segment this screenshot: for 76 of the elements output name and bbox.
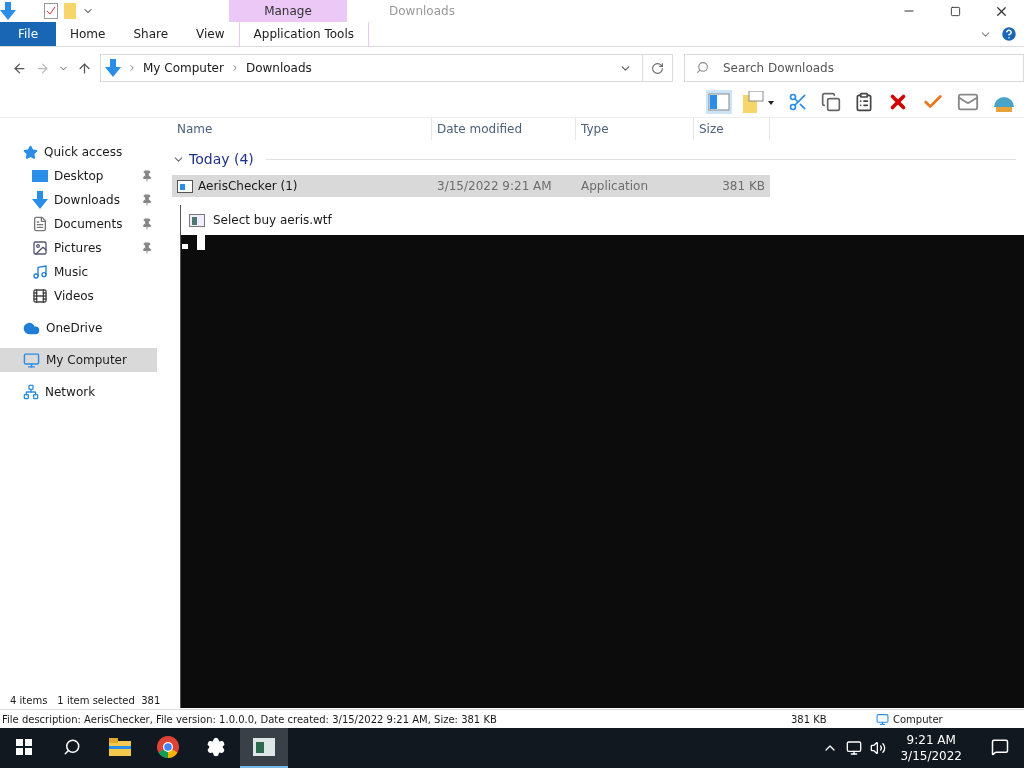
chevron-icon[interactable] [127,63,137,73]
group-header[interactable]: Today (4) [189,151,254,167]
address-bar[interactable]: My Computer Downloads [100,54,644,82]
properties-icon [743,91,775,113]
sidebar-item[interactable]: Music [0,260,157,284]
volume-icon[interactable] [870,740,887,756]
monitor-icon [876,712,889,726]
forward-arrow-icon [35,60,50,76]
windows-logo-icon [16,739,32,755]
search-icon [696,61,709,74]
network-icon[interactable] [846,740,863,756]
sidebar-item[interactable]: Videos [0,284,157,308]
item-count: 4 items [10,694,48,706]
console-icon [189,213,205,227]
window-app-icon [253,738,275,756]
file-type: Application [581,179,649,193]
preview-pane-button[interactable] [706,90,732,114]
column-header[interactable]: Name [172,118,432,140]
properties-icon[interactable] [44,3,58,19]
sidebar-item[interactable]: My Computer [0,348,157,372]
pane-icon [708,92,730,112]
application-icon [177,179,193,193]
clipboard-icon [854,92,874,112]
picture-icon [32,240,48,256]
scissors-icon [788,92,808,112]
film-icon [32,288,48,304]
restore-icon [949,5,961,17]
back-arrow-icon [12,60,27,76]
sidebar-item[interactable]: Network [0,380,157,404]
window-title: Downloads [388,3,456,18]
file-size: 381 KB [722,179,765,193]
sidebar-item[interactable]: Documents [0,212,157,236]
size-text: 381 KB [791,713,828,725]
taskbar-app[interactable] [240,728,288,768]
ribbon-tab[interactable]: Application Tools [238,22,369,46]
contextual-tab-group: Manage [229,0,347,22]
file-row[interactable]: AerisChecker (1) 3/15/2022 9:21 AM Application 381 KB [172,175,770,197]
refresh-button[interactable] [643,54,673,82]
sidebar-item[interactable]: Downloads [0,188,157,212]
folder-icon [109,738,131,756]
location-text: Computer [893,713,943,725]
desktop-icon [32,169,48,183]
search-icon [63,738,81,756]
settings-icon [206,737,226,757]
download-arrow-icon [105,59,121,77]
speech-bubble-icon [991,738,1009,756]
sidebar-item[interactable]: OneDrive [0,316,157,340]
browser-icon [157,736,179,758]
breadcrumb[interactable]: Downloads [245,61,312,75]
column-header[interactable]: Type [576,118,694,140]
sidebar-item[interactable]: Desktop [0,164,157,188]
network-icon [23,384,39,400]
console-title: Select buy aeris.wtf [213,213,332,227]
column-header[interactable]: Date modified [432,118,576,140]
help-icon[interactable] [1000,25,1018,43]
file-date: 3/15/2022 9:21 AM [437,179,552,193]
document-icon [32,216,48,232]
clock[interactable]: 9:21 AM 3/15/2022 [894,732,968,764]
music-note-icon [32,264,48,280]
copy-icon [821,92,841,112]
column-header[interactable]: Size [694,118,770,140]
file-description: File description: AerisChecker, File version: 1.0.0.0, Date created: 3/15/2022 9:21 AM, Size: 381 KB [2,713,498,725]
ribbon-tab[interactable]: File [0,22,56,46]
search-field[interactable]: Search Downloads [684,54,1024,82]
selection-info: 1 item selected 381 [57,694,161,706]
download-arrow-icon [32,191,48,209]
download-arrow-icon [0,2,16,20]
breadcrumb[interactable]: My Computer [143,61,224,75]
file-name: AerisChecker (1) [198,179,298,193]
star-icon [23,144,38,160]
sidebar-item[interactable]: Pictures [0,236,157,260]
envelope-icon [957,91,979,113]
monitor-icon [23,351,40,369]
copy-button[interactable] [819,90,843,114]
sidebar-item[interactable]: Quick access [0,140,157,164]
refresh-icon [651,61,665,75]
